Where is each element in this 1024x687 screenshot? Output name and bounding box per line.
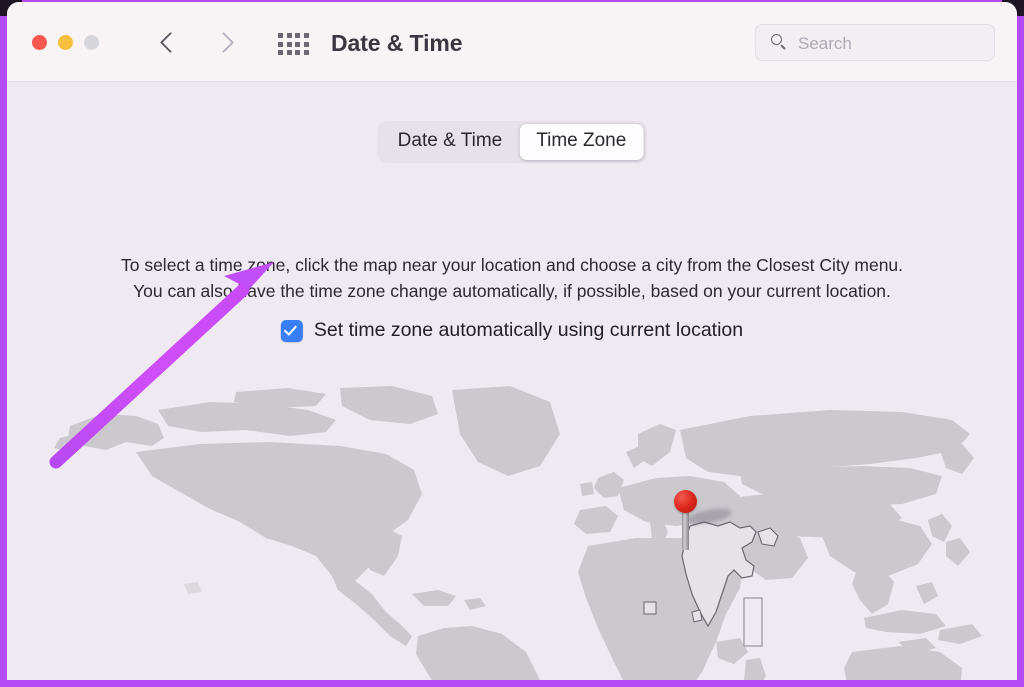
zoom-button[interactable] xyxy=(84,35,99,50)
grid-dot xyxy=(295,41,301,47)
window-titlebar: Date & Time Search xyxy=(7,2,1017,82)
grid-dot xyxy=(286,33,292,38)
search-input[interactable]: Search xyxy=(755,24,995,61)
navigation-arrows xyxy=(159,28,233,57)
auto-timezone-label: Set time zone automatically using curren… xyxy=(313,319,744,341)
show-all-grid-icon[interactable] xyxy=(278,33,309,56)
page-title: Date & Time xyxy=(331,30,463,56)
grid-dot xyxy=(278,41,283,47)
grid-dot xyxy=(303,50,309,56)
search-placeholder: Search xyxy=(798,34,852,53)
traffic-light-controls xyxy=(32,35,99,50)
screenshot-root: Date & Time Search Date & Time Time Zone… xyxy=(0,0,1024,687)
grid-dot xyxy=(286,41,292,47)
grid-dot xyxy=(286,50,292,56)
instructions-text: To select a time zone, click the map nea… xyxy=(7,253,1017,305)
grid-dot xyxy=(303,41,309,47)
search-icon xyxy=(771,34,788,51)
tab-date-and-time[interactable]: Date & Time xyxy=(381,124,520,160)
chevron-right-icon[interactable] xyxy=(214,28,233,57)
chevron-left-icon[interactable] xyxy=(159,28,178,57)
pin-needle xyxy=(682,508,689,550)
auto-timezone-checkbox-row[interactable]: Set time zone automatically using curren… xyxy=(280,319,744,342)
location-pin[interactable] xyxy=(674,490,734,550)
pin-head-icon xyxy=(674,490,697,513)
world-map[interactable] xyxy=(40,380,984,680)
minimize-button[interactable] xyxy=(58,35,73,50)
tab-bar: Date & Time Time Zone xyxy=(377,121,647,163)
tab-time-zone[interactable]: Time Zone xyxy=(519,124,644,160)
world-map-svg xyxy=(40,380,984,680)
preferences-content: Date & Time Time Zone To select a time z… xyxy=(7,82,1017,680)
grid-dot xyxy=(295,50,301,56)
close-button[interactable] xyxy=(32,35,47,50)
instructions-line-2: You can also have the time zone change a… xyxy=(133,280,891,301)
auto-timezone-checkbox[interactable] xyxy=(280,319,303,342)
grid-dot xyxy=(278,33,283,38)
checkmark-icon xyxy=(283,322,297,336)
grid-dot xyxy=(278,50,283,56)
instructions-line-1: To select a time zone, click the map nea… xyxy=(120,255,904,275)
system-preferences-window: Date & Time Search Date & Time Time Zone… xyxy=(7,2,1017,680)
grid-dot xyxy=(303,33,309,38)
grid-dot xyxy=(295,33,301,38)
